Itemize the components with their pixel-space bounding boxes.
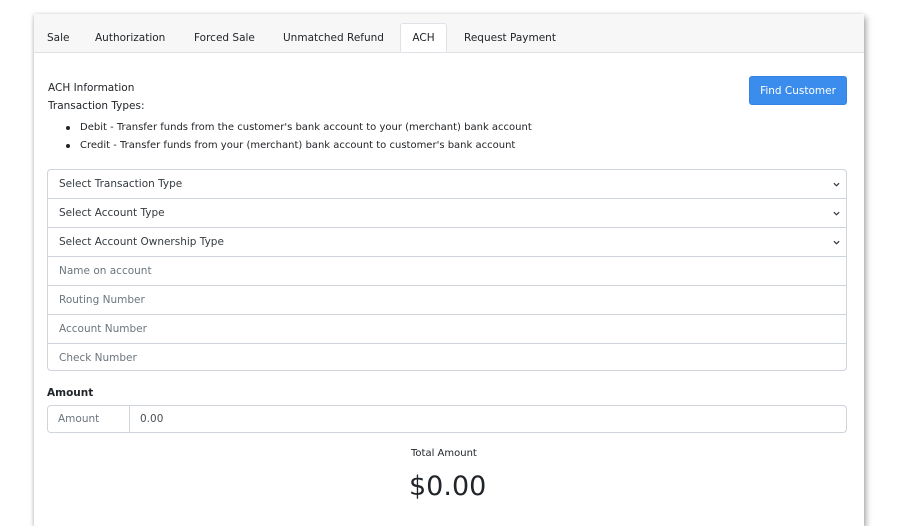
total-amount-value: $0.00 xyxy=(409,471,487,502)
chevron-down-icon xyxy=(833,240,840,245)
transaction-type-value: Select Transaction Type xyxy=(59,178,183,190)
account-ownership-type-select[interactable]: Select Account Ownership Type xyxy=(48,228,846,257)
check-number-field[interactable]: Check Number xyxy=(48,344,846,370)
tab-request-payment[interactable]: Request Payment xyxy=(464,24,556,52)
ach-form-fields: Select Transaction Type Select Account T… xyxy=(47,169,847,371)
debit-description: Debit - Transfer funds from the customer… xyxy=(66,120,532,138)
amount-field[interactable]: 0.00 xyxy=(140,406,163,432)
transaction-types-list: Debit - Transfer funds from the customer… xyxy=(66,120,532,156)
transaction-type-select[interactable]: Select Transaction Type xyxy=(48,170,846,199)
tab-sale[interactable]: Sale xyxy=(47,24,69,52)
account-type-value: Select Account Type xyxy=(59,207,165,219)
tab-bar: Sale Authorization Forced Sale Unmatched… xyxy=(34,14,864,53)
account-type-select[interactable]: Select Account Type xyxy=(48,199,846,228)
transaction-types-label: Transaction Types: xyxy=(48,100,145,112)
tab-forced-sale[interactable]: Forced Sale xyxy=(194,24,255,52)
credit-description: Credit - Transfer funds from your (merch… xyxy=(66,138,532,156)
account-ownership-type-value: Select Account Ownership Type xyxy=(59,236,224,248)
chevron-down-icon xyxy=(833,211,840,216)
ach-payment-panel: Sale Authorization Forced Sale Unmatched… xyxy=(34,14,864,526)
name-on-account-field[interactable]: Name on account xyxy=(48,257,846,286)
tab-authorization[interactable]: Authorization xyxy=(95,24,165,52)
account-number-field[interactable]: Account Number xyxy=(48,315,846,344)
ach-information-heading: ACH Information xyxy=(48,82,135,94)
tab-ach[interactable]: ACH xyxy=(400,23,447,52)
total-amount-label: Total Amount xyxy=(411,448,477,459)
tab-unmatched-refund[interactable]: Unmatched Refund xyxy=(283,24,384,52)
amount-label: Amount xyxy=(47,387,94,399)
routing-number-field[interactable]: Routing Number xyxy=(48,286,846,315)
amount-addon: Amount xyxy=(48,406,130,432)
find-customer-button[interactable]: Find Customer xyxy=(749,76,847,105)
amount-input-group: Amount 0.00 xyxy=(47,405,847,433)
chevron-down-icon xyxy=(833,182,840,187)
